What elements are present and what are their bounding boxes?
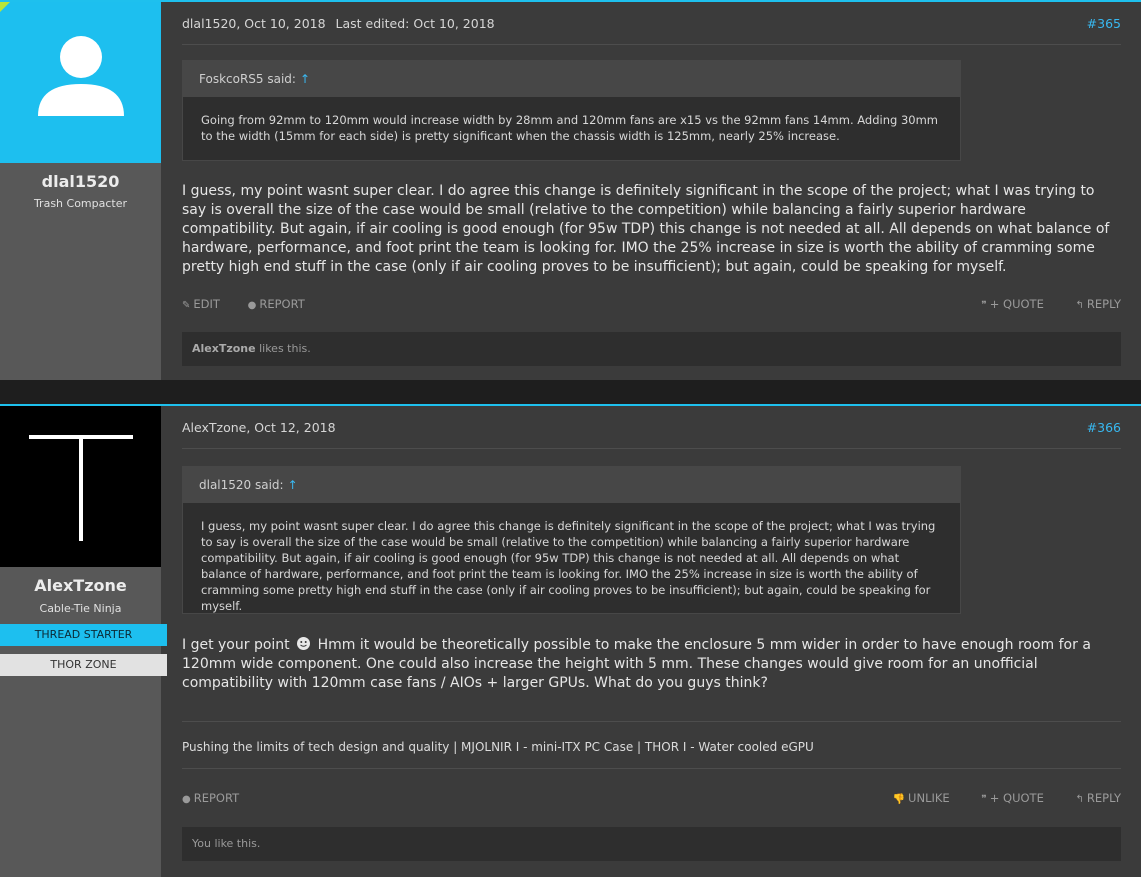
quote-text: Going from 92mm to 120mm would increase … xyxy=(201,113,938,143)
signature[interactable]: Pushing the limits of tech design and qu… xyxy=(182,740,814,754)
quote-text: I guess, my point wasnt super clear. I d… xyxy=(201,519,936,613)
user-title: Cable-Tie Ninja xyxy=(39,602,122,615)
post-number[interactable]: #366 xyxy=(1087,420,1121,435)
avatar[interactable] xyxy=(0,406,161,567)
message-body: I guess, my point wasnt super clear. I d… xyxy=(182,183,1110,275)
post-main: dlal1520, Oct 10, 2018 Last edited: Oct … xyxy=(182,2,1121,380)
reply-icon: ↰ xyxy=(1075,300,1084,311)
quote-icon: ❞ xyxy=(981,794,987,805)
divider xyxy=(182,44,1121,45)
post-366: AlexTzone Cable-Tie Ninja THREAD STARTER… xyxy=(0,404,1141,877)
smile-icon xyxy=(297,637,311,650)
post-controls: ● REPORT 👎 UNLIKE ❞ + QUOTE ↰ REPLY xyxy=(182,791,1121,807)
post-main: AlexTzone, Oct 12, 2018 #366 dlal1520 sa… xyxy=(182,406,1121,877)
avatar[interactable] xyxy=(0,2,161,163)
unlike-icon: 👎 xyxy=(892,794,906,805)
report-button[interactable]: ● REPORT xyxy=(182,791,239,805)
likes-text: You like this. xyxy=(192,837,261,850)
quote-header: dlal1520 said: ↑ xyxy=(183,467,960,503)
quote-header: FoskcoRS5 said: ↑ xyxy=(183,61,960,97)
user-title: Trash Compacter xyxy=(33,197,128,210)
quote-block: dlal1520 said: ↑ I guess, my point wasnt … xyxy=(182,466,961,614)
corner-marker xyxy=(0,2,10,12)
quote-jump-icon[interactable]: ↑ xyxy=(300,72,310,86)
quote-block: FoskcoRS5 said: ↑ Going from 92mm to 120m… xyxy=(182,60,961,161)
likes-text: likes this. xyxy=(255,342,311,355)
edit-icon: ✎ xyxy=(182,300,191,311)
reply-icon: ↰ xyxy=(1075,794,1084,805)
user-column: AlexTzone Cable-Tie Ninja THREAD STARTER… xyxy=(0,406,167,877)
post-date[interactable]: AlexTzone, Oct 12, 2018 xyxy=(182,420,336,435)
quote-button[interactable]: ❞ + QUOTE xyxy=(981,791,1044,805)
post-365: dlal1520 Trash Compacter dlal1520, Oct 1… xyxy=(0,0,1141,380)
divider xyxy=(182,448,1121,449)
quote-author: dlal1520 said: xyxy=(199,478,284,492)
quote-jump-icon[interactable]: ↑ xyxy=(288,478,298,492)
username[interactable]: dlal1520 xyxy=(0,172,161,191)
reply-button[interactable]: ↰ REPLY xyxy=(1076,791,1122,805)
post-number[interactable]: #365 xyxy=(1087,16,1121,31)
thor-zone-badge: THOR ZONE xyxy=(0,654,167,676)
post-meta: AlexTzone, Oct 12, 2018 xyxy=(182,420,342,435)
default-user-icon xyxy=(38,36,124,116)
divider xyxy=(182,768,1121,769)
quote-button[interactable]: ❞ + QUOTE xyxy=(981,297,1044,311)
quote-author: FoskcoRS5 said: xyxy=(199,72,296,86)
reply-button[interactable]: ↰ REPLY xyxy=(1076,297,1122,311)
message-body: I get your point Hmm it would be theoret… xyxy=(182,636,1121,693)
quote-icon: ❞ xyxy=(981,300,987,311)
letter-t-avatar-icon xyxy=(29,435,133,541)
message-part-2: Hmm it would be theoretically possible t… xyxy=(182,637,1091,691)
edit-button[interactable]: ✎ EDIT xyxy=(182,297,220,311)
report-icon: ● xyxy=(182,794,191,805)
signature-divider xyxy=(182,721,1121,722)
report-icon: ● xyxy=(247,300,257,311)
thread-starter-badge: THREAD STARTER xyxy=(0,624,167,646)
user-column: dlal1520 Trash Compacter xyxy=(0,2,161,380)
unlike-button[interactable]: 👎 UNLIKE xyxy=(893,791,950,805)
post-date[interactable]: dlal1520, Oct 10, 2018 xyxy=(182,16,326,31)
likes-bar: AlexTzone likes this. xyxy=(182,332,1121,366)
liker-link[interactable]: AlexTzone xyxy=(192,342,256,355)
post-edited: Last edited: Oct 10, 2018 xyxy=(335,16,495,31)
post-meta: dlal1520, Oct 10, 2018 Last edited: Oct … xyxy=(182,16,501,31)
message-part-1: I get your point xyxy=(182,637,290,653)
likes-bar: You like this. xyxy=(182,827,1121,861)
username[interactable]: AlexTzone xyxy=(0,576,161,595)
post-controls: ✎ EDIT ● REPORT ❞ + QUOTE ↰ REPLY xyxy=(182,297,1121,313)
report-button[interactable]: ● REPORT xyxy=(248,297,305,311)
